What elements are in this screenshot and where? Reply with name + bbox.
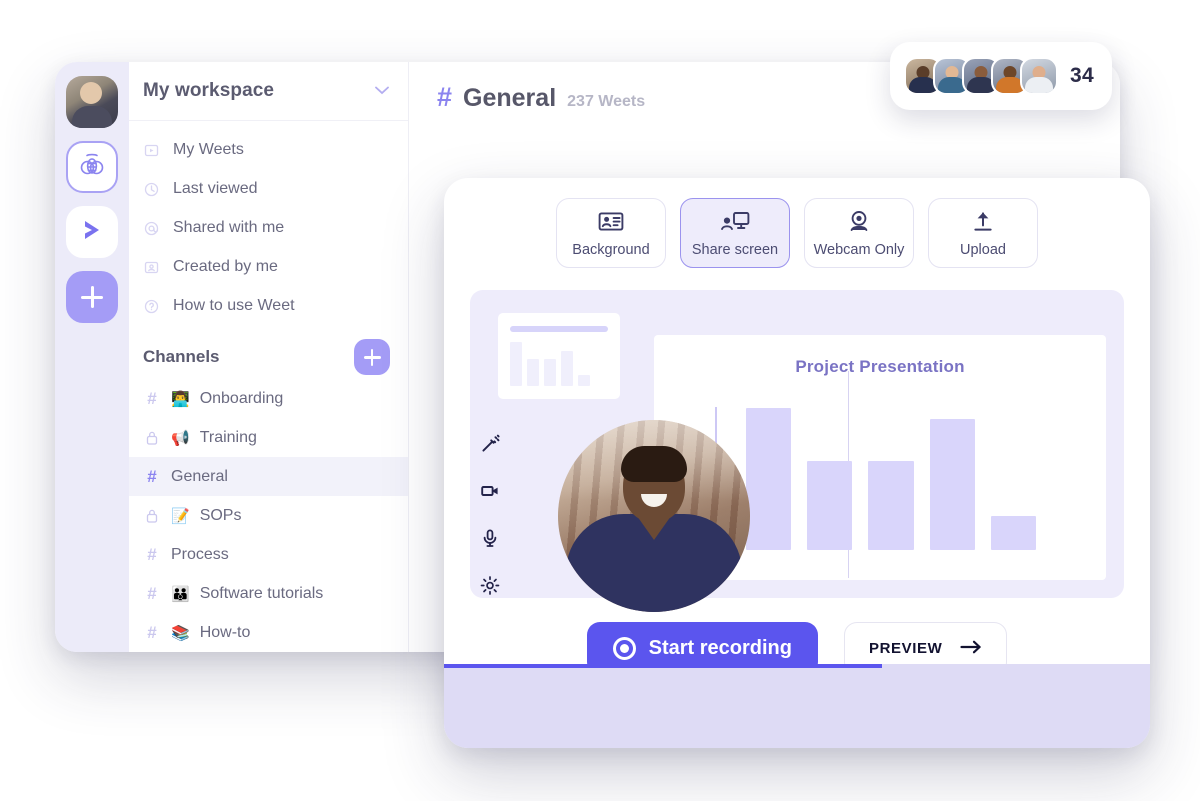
arrow-right-icon (960, 639, 982, 658)
record-circle-icon (612, 637, 636, 660)
webcam-icon (847, 209, 871, 235)
webcam-bubble[interactable] (558, 420, 750, 612)
bee-logo-icon (77, 150, 107, 185)
question-circle-icon (143, 298, 160, 315)
channel-label: Process (171, 545, 229, 563)
user-avatar[interactable] (66, 76, 118, 128)
hash-icon: # (147, 466, 157, 486)
chart-bars (746, 401, 1037, 550)
channel-item-how-to[interactable]: # 📚 How-to (129, 613, 408, 652)
workspace-title: My workspace (143, 79, 275, 101)
channel-list: # 👨‍💻 Onboarding 📢 Training # General (129, 379, 408, 652)
channel-emoji: 📚 (171, 624, 190, 642)
channel-item-training[interactable]: 📢 Training (129, 418, 408, 457)
left-icon-rail (55, 62, 129, 652)
preview-label: PREVIEW (868, 640, 943, 657)
recorder-tray (444, 664, 1150, 748)
recording-progress-bar[interactable] (444, 664, 1150, 668)
clock-icon (143, 181, 160, 198)
channel-item-sops[interactable]: 📝 SOPs (129, 496, 408, 535)
sidebar: My workspace My Weets Last viewed Shared… (129, 62, 409, 652)
mode-background-button[interactable]: Background (556, 198, 666, 268)
add-channel-button[interactable] (354, 339, 390, 376)
mode-label: Webcam Only (813, 241, 905, 258)
channels-header: Channels (129, 336, 408, 379)
channel-label: How-to (199, 623, 251, 641)
slide-thumbnail[interactable] (498, 313, 620, 399)
person-card-icon (143, 259, 160, 276)
channel-emoji: 👪 (171, 585, 190, 603)
workspace-logo-button[interactable] (66, 141, 118, 193)
plus-icon (363, 348, 381, 366)
member-count: 34 (1070, 64, 1094, 87)
mode-share-screen-button[interactable]: Share screen (680, 198, 790, 268)
mode-label: Upload (960, 241, 1006, 258)
hash-icon: # (437, 82, 453, 112)
channel-label: General (171, 467, 228, 485)
channel-item-software-tutorials[interactable]: # 👪 Software tutorials (129, 574, 408, 613)
channel-label: SOPs (199, 506, 242, 524)
sidebar-item-created-by-me[interactable]: Created by me (129, 248, 408, 287)
sidebar-nav: My Weets Last viewed Shared with me Crea… (129, 121, 408, 330)
channels-title: Channels (143, 347, 220, 367)
avatar-stack (904, 57, 1059, 95)
settings-gear-icon[interactable] (480, 575, 500, 595)
mode-webcam-only-button[interactable]: Webcam Only (804, 198, 914, 268)
sidebar-item-label: How to use Weet (173, 297, 295, 315)
channel-item-process[interactable]: # Process (129, 535, 408, 574)
video-camera-icon[interactable] (480, 481, 500, 501)
add-workspace-button[interactable] (66, 271, 118, 323)
thumbnail-title-bar (510, 326, 608, 332)
sidebar-item-my-weets[interactable]: My Weets (129, 131, 408, 170)
members-pill[interactable]: 34 (890, 42, 1112, 110)
plus-icon (81, 286, 103, 308)
send-app-button[interactable] (66, 206, 118, 258)
magic-wand-icon[interactable] (480, 434, 500, 454)
recording-preview[interactable]: Project Presentation (470, 290, 1124, 612)
at-sign-icon (143, 220, 160, 237)
slide-title: Project Presentation (795, 357, 965, 376)
channel-emoji: 📝 (171, 507, 190, 525)
workspace-switcher[interactable]: My workspace (129, 62, 408, 121)
weet-count: 237 Weets (567, 93, 646, 110)
page-title: General (463, 84, 557, 112)
video-box-icon (143, 142, 160, 159)
send-arrow-icon (77, 215, 107, 250)
lock-icon (143, 508, 161, 524)
hash-icon: # (147, 544, 157, 564)
channel-label: Software tutorials (199, 584, 324, 602)
channel-emoji: 📢 (171, 429, 190, 447)
hash-icon: # (147, 583, 157, 603)
sidebar-item-label: My Weets (173, 141, 244, 159)
id-card-icon (598, 209, 624, 235)
mode-label: Background (572, 241, 650, 258)
hash-icon: # (147, 388, 157, 408)
channel-item-onboarding[interactable]: # 👨‍💻 Onboarding (129, 379, 408, 418)
sidebar-item-label: Created by me (173, 258, 278, 276)
channel-label: Training (199, 428, 257, 446)
sidebar-item-shared-with-me[interactable]: Shared with me (129, 209, 408, 248)
sidebar-item-last-viewed[interactable]: Last viewed (129, 170, 408, 209)
sidebar-item-how-to-use-weet[interactable]: How to use Weet (129, 287, 408, 326)
mode-label: Share screen (691, 241, 779, 258)
upload-icon (972, 209, 994, 235)
hash-icon: # (147, 622, 157, 642)
screenshot-root: My workspace My Weets Last viewed Shared… (0, 0, 1200, 801)
chevron-down-icon (374, 83, 390, 98)
lock-icon (143, 430, 161, 446)
recorder-tools (480, 434, 500, 595)
thumbnail-chart (510, 342, 608, 386)
start-recording-label: Start recording (648, 637, 792, 659)
mode-upload-button[interactable]: Upload (928, 198, 1038, 268)
sidebar-item-label: Shared with me (173, 219, 285, 237)
channel-label: Onboarding (199, 389, 284, 407)
channel-emoji: 👨‍💻 (171, 390, 190, 408)
sidebar-item-label: Last viewed (173, 180, 258, 198)
microphone-icon[interactable] (480, 528, 500, 548)
channel-item-general[interactable]: # General (129, 457, 408, 496)
avatar (1020, 57, 1059, 95)
recorder-panel: Background Share screen Webcam Only Uplo… (444, 178, 1150, 748)
recording-mode-group: Background Share screen Webcam Only Uplo… (444, 178, 1150, 268)
screen-share-icon (720, 209, 750, 235)
